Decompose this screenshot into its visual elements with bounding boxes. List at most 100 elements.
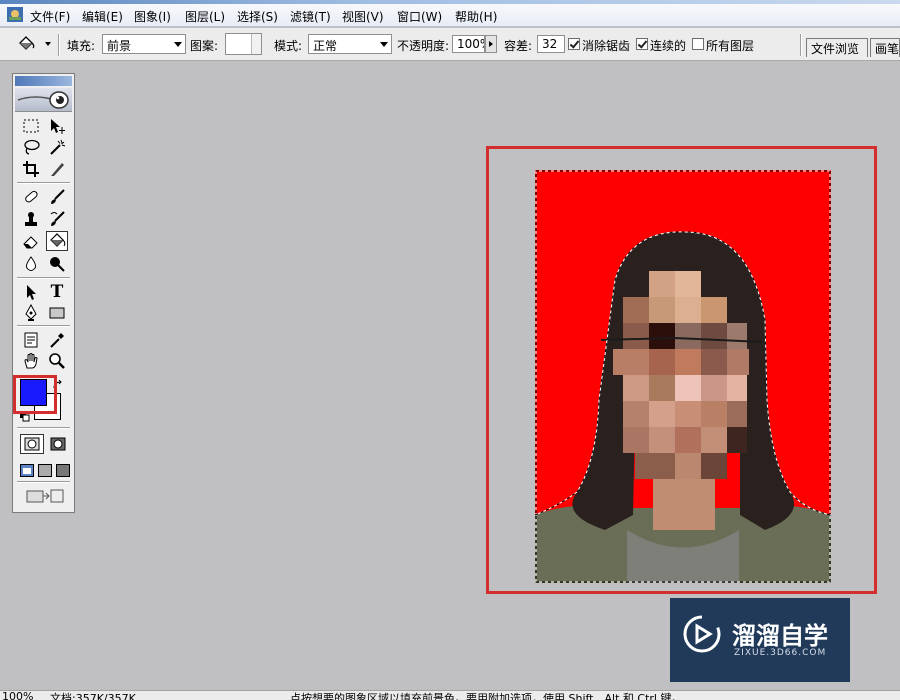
menu-select[interactable]: 选择(S): [237, 8, 278, 25]
tool-pen[interactable]: [20, 303, 42, 323]
pen-icon: [25, 304, 37, 321]
hand-icon: [24, 353, 38, 369]
opacity-input[interactable]: 100%: [452, 35, 485, 53]
divider: [17, 427, 70, 429]
status-hint: 点按想要的图象区域以填充前景色。要用附加选项，使用 Shift、Alt 和 Ct…: [290, 692, 683, 700]
tab-brushes-label: 画笔: [875, 42, 900, 56]
contiguous-label: 连续的: [650, 39, 687, 53]
mode-label: 模式:: [274, 39, 303, 53]
watermark-title: 溜溜自学: [732, 622, 828, 650]
tab-brushes[interactable]: 画笔: [870, 38, 900, 57]
mode-value: 正常: [313, 39, 338, 53]
status-bar: 100% 文档:357K/357K 点按想要的图象区域以填充前景色。要用附加选项…: [0, 690, 900, 700]
menu-image[interactable]: 图象(I): [134, 8, 171, 25]
eye-logo-icon: [17, 91, 69, 109]
adobe-online-button[interactable]: [15, 88, 72, 112]
divider: [58, 34, 60, 56]
screen-mode-full-menu[interactable]: [36, 460, 54, 480]
arrow-pointer-icon: [27, 285, 36, 300]
pattern-dropdown: [251, 34, 261, 54]
divider: [17, 277, 70, 279]
fill-select[interactable]: 前景: [102, 34, 186, 54]
document-size[interactable]: 文档:357K/357K: [50, 691, 136, 700]
tool-eraser[interactable]: [20, 231, 42, 251]
pattern-picker[interactable]: [225, 33, 262, 55]
photoshop-app-icon[interactable]: [6, 6, 24, 23]
rectangle-shape-icon: [49, 307, 65, 319]
tool-healing-brush[interactable]: [20, 187, 42, 207]
tolerance-input[interactable]: 32: [537, 35, 565, 53]
tool-history-brush[interactable]: [46, 209, 68, 229]
pattern-label: 图案:: [190, 39, 219, 53]
tool-notes[interactable]: [20, 330, 42, 350]
standard-mode-button[interactable]: [20, 434, 44, 454]
tool-hand[interactable]: [20, 351, 42, 371]
antialias-checkbox[interactable]: [568, 38, 580, 50]
tool-move[interactable]: [46, 116, 68, 136]
tool-clone-stamp[interactable]: [20, 209, 42, 229]
brush-icon: [51, 189, 65, 204]
paint-bucket-icon: [19, 36, 35, 50]
paint-bucket-icon: [50, 233, 66, 247]
menu-help[interactable]: 帮助(H): [455, 8, 497, 25]
divider: [800, 34, 802, 56]
chevron-down-icon: [380, 42, 388, 47]
tool-eyedropper[interactable]: [46, 330, 68, 350]
jump-to-imageready-button[interactable]: [21, 486, 68, 506]
opacity-slider-button[interactable]: [485, 35, 497, 53]
clone-stamp-icon: [25, 212, 37, 226]
options-bar: 填充: 前景 图案: 模式: 正常 不透明度: 100% 容差: 32 消除锯齿…: [0, 28, 900, 61]
quick-mask-icon: [50, 437, 66, 451]
tool-path-selection[interactable]: [20, 282, 42, 302]
move-icon: [51, 119, 65, 134]
screen-mode-standard[interactable]: [18, 460, 36, 480]
all-layers-checkbox[interactable]: [692, 38, 704, 50]
toolbox-title-bar[interactable]: [15, 76, 72, 86]
fill-value: 前景: [107, 39, 132, 53]
opacity-label: 不透明度:: [397, 39, 450, 53]
contiguous-checkbox[interactable]: [636, 38, 648, 50]
tool-crop[interactable]: [20, 159, 42, 179]
play-logo-icon: [683, 615, 721, 653]
divider: [17, 325, 70, 327]
fill-label: 填充:: [67, 39, 96, 53]
tool-rectangle[interactable]: [46, 303, 68, 323]
chevron-down-icon[interactable]: [45, 42, 51, 46]
tab-file-browser[interactable]: 文件浏览: [806, 38, 868, 57]
zoom-readout[interactable]: 100%: [2, 691, 33, 700]
tool-brush[interactable]: [46, 187, 68, 207]
mode-select[interactable]: 正常: [308, 34, 392, 54]
marquee-icon: [23, 119, 39, 133]
screen-mode-full[interactable]: [54, 460, 72, 480]
document-highlight-box: [486, 146, 877, 594]
tool-zoom[interactable]: [46, 351, 68, 371]
slice-icon: [51, 163, 64, 176]
tool-marquee[interactable]: [20, 116, 42, 136]
antialias-label: 消除锯齿: [582, 39, 631, 53]
menu-view[interactable]: 视图(V): [342, 8, 384, 25]
screen-full-menu-icon: [38, 463, 52, 477]
window-title-strip: [0, 0, 900, 4]
tool-preset-picker[interactable]: [14, 34, 38, 54]
foreground-highlight-box: [13, 375, 57, 414]
divider: [17, 481, 70, 483]
menu-file[interactable]: 文件(F): [30, 8, 70, 25]
menu-layer[interactable]: 图层(L): [185, 8, 225, 25]
tool-type[interactable]: T: [46, 282, 68, 302]
menu-edit[interactable]: 编辑(E): [82, 8, 123, 25]
menu-filter[interactable]: 滤镜(T): [290, 8, 331, 25]
all-layers-label: 所有图层: [706, 39, 755, 53]
menu-window[interactable]: 窗口(W): [397, 8, 442, 25]
tool-slice[interactable]: [46, 159, 68, 179]
healing-brush-icon: [25, 190, 38, 203]
type-icon: T: [50, 282, 64, 302]
notes-icon: [24, 332, 38, 348]
tool-paint-bucket[interactable]: [46, 231, 68, 251]
tool-blur[interactable]: [20, 254, 42, 274]
tool-dodge[interactable]: [46, 254, 68, 274]
quick-mask-mode-button[interactable]: [46, 434, 70, 454]
tool-magic-wand[interactable]: [46, 137, 68, 157]
tool-lasso[interactable]: [20, 137, 42, 157]
divider: [17, 182, 70, 184]
watermark-url: ZIXUE.3D66.COM: [734, 648, 827, 658]
